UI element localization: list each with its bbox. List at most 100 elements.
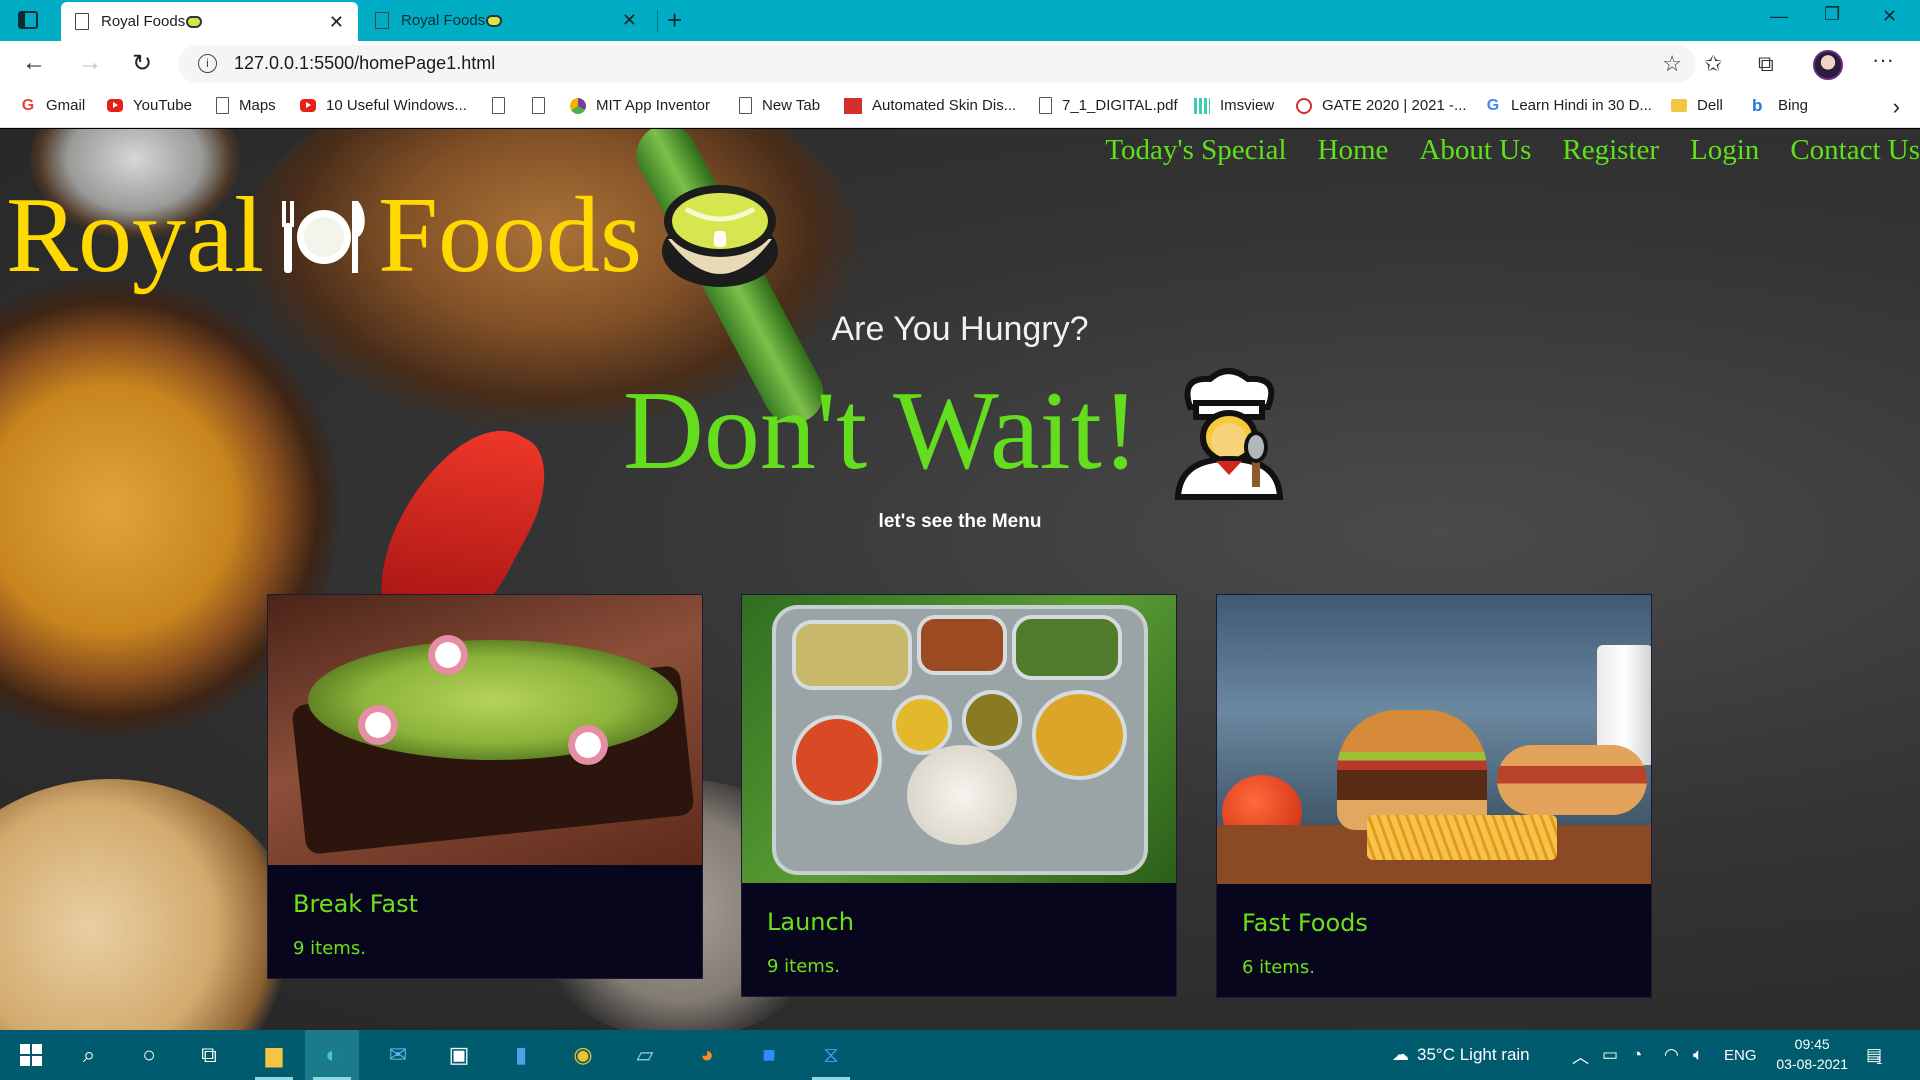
- edge-icon[interactable]: ◐: [305, 1030, 359, 1080]
- new-tab-button[interactable]: +: [667, 5, 682, 36]
- vscode-icon[interactable]: ⧖: [804, 1030, 858, 1080]
- bing-icon: b: [1752, 95, 1763, 115]
- profile-avatar[interactable]: [1813, 50, 1843, 80]
- bookmark-new-tab[interactable]: New Tab: [739, 97, 820, 114]
- bookmark-bing[interactable]: b Bing: [1752, 95, 1809, 115]
- breakfast-image: [268, 595, 702, 865]
- favorites-icon[interactable]: ✩: [1704, 51, 1722, 77]
- bookmark-label: MIT App Inventor: [596, 97, 710, 114]
- nav-about-us[interactable]: About Us: [1419, 134, 1531, 167]
- bookmark-label: Imsview: [1220, 97, 1275, 114]
- clock-date: 03-08-2021: [1776, 1056, 1848, 1072]
- volume-icon[interactable]: 🔈︎: [1693, 1030, 1703, 1080]
- card-item-count: 9 items.: [767, 956, 840, 977]
- restore-button[interactable]: ❐: [1824, 4, 1840, 25]
- nav-home[interactable]: Home: [1318, 134, 1389, 167]
- bookmark-label: 10 Useful Windows...: [326, 97, 467, 114]
- nav-register[interactable]: Register: [1562, 134, 1659, 167]
- gate-icon: [1296, 97, 1312, 114]
- language-indicator[interactable]: ENG: [1724, 1030, 1757, 1080]
- bookmark-label: Gmail: [46, 97, 86, 114]
- wifi-icon[interactable]: ◠: [1664, 1030, 1679, 1080]
- bookmark-label: Dell: [1697, 97, 1723, 114]
- weather-widget[interactable]: ☁ 35°C Light rain: [1392, 1030, 1530, 1080]
- back-button[interactable]: ←: [22, 49, 46, 77]
- bookmark-gmail[interactable]: G Gmail: [20, 97, 85, 114]
- bookmark-blank-2[interactable]: [532, 97, 555, 114]
- bookmark-maps[interactable]: Maps: [216, 97, 276, 114]
- bookmark-label: Learn Hindi in 30 D...: [1511, 97, 1652, 114]
- nav-todays-special[interactable]: Today's Special: [1105, 134, 1286, 167]
- bookmarks-bar: G Gmail YouTube Maps 10 Useful Windows...…: [0, 88, 1920, 128]
- bookmark-pdf[interactable]: 7_1_DIGITAL.pdf: [1039, 97, 1178, 114]
- collections-icon[interactable]: ⧉: [1758, 51, 1774, 77]
- store-icon[interactable]: ▣: [432, 1030, 486, 1080]
- tab-royal-foods[interactable]: Royal Foods ✕: [361, 0, 651, 41]
- notes-icon[interactable]: ▱: [618, 1030, 672, 1080]
- phone-link-icon[interactable]: ▮: [494, 1030, 548, 1080]
- dont-wait-heading: Don't Wait!: [623, 369, 1140, 493]
- card-item-count: 6 items.: [1242, 957, 1315, 978]
- bookmark-skin[interactable]: Automated Skin Dis...: [844, 97, 1016, 114]
- address-bar[interactable]: i 127.0.0.1:5500/homePage1.html ☆: [178, 45, 1696, 83]
- bookmark-imsview[interactable]: Imsview: [1194, 97, 1274, 114]
- more-menu-icon[interactable]: ···: [1872, 47, 1894, 73]
- folder-icon: [1671, 99, 1687, 112]
- tab-royal-foods-active[interactable]: Royal Foods ✕: [61, 2, 358, 41]
- firefox-icon[interactable]: ◕: [680, 1030, 734, 1080]
- bookmark-blank-1[interactable]: [492, 97, 515, 114]
- bookmark-label: Bing: [1778, 97, 1809, 114]
- start-button[interactable]: [4, 1030, 58, 1080]
- tab-title: Royal Foods: [401, 12, 486, 29]
- search-icon[interactable]: ⌕: [62, 1030, 116, 1080]
- forward-button[interactable]: →: [78, 49, 102, 77]
- bookmark-dell[interactable]: Dell: [1671, 97, 1723, 114]
- site-info-icon[interactable]: i: [198, 54, 217, 73]
- bookmark-windows-video[interactable]: 10 Useful Windows...: [300, 97, 467, 114]
- card-title: Break Fast: [293, 890, 419, 918]
- battery-icon[interactable]: ▭: [1602, 1030, 1618, 1080]
- add-favorite-icon[interactable]: ☆: [1662, 51, 1682, 77]
- menu-card-breakfast[interactable]: Break Fast 9 items.: [267, 594, 703, 979]
- bookmark-youtube[interactable]: YouTube: [107, 97, 192, 114]
- bookmark-label: Automated Skin Dis...: [872, 97, 1017, 114]
- refresh-button[interactable]: ↻: [132, 49, 152, 78]
- more-bookmarks-icon[interactable]: ›: [1893, 94, 1900, 120]
- close-tab-icon[interactable]: ✕: [622, 10, 637, 31]
- menu-card-launch[interactable]: Launch 9 items.: [741, 594, 1177, 997]
- page-icon: [739, 97, 752, 114]
- close-tab-icon[interactable]: ✕: [329, 12, 344, 33]
- page-icon: [375, 12, 389, 29]
- url-text[interactable]: 127.0.0.1:5500/homePage1.html: [234, 53, 495, 74]
- nav-contact-us[interactable]: Contact Us: [1790, 134, 1920, 167]
- bookmark-gate[interactable]: GATE 2020 | 2021 -...: [1296, 97, 1467, 114]
- network-icon[interactable]: ◔: [1632, 1030, 1642, 1080]
- system-clock[interactable]: 09:45 03-08-2021: [1776, 1034, 1848, 1074]
- fork-plate-knife-icon: [281, 200, 365, 273]
- chrome-icon[interactable]: ◉: [556, 1030, 610, 1080]
- notification-center[interactable]: ▤ 1: [1866, 1030, 1882, 1080]
- nav-login[interactable]: Login: [1690, 134, 1759, 167]
- mail-icon[interactable]: ✉: [371, 1030, 425, 1080]
- menu-card-fast-foods[interactable]: Fast Foods 6 items.: [1216, 594, 1652, 998]
- bookmark-label: 7_1_DIGITAL.pdf: [1062, 97, 1178, 114]
- bookmark-mit[interactable]: MIT App Inventor: [570, 97, 710, 114]
- gmail-icon: G: [21, 96, 35, 114]
- show-hidden-icons[interactable]: ︿: [1572, 1030, 1589, 1080]
- page-viewport: Today's Special Home About Us Register L…: [0, 129, 1920, 1030]
- minimize-button[interactable]: —: [1770, 6, 1788, 27]
- page-icon: [216, 97, 229, 114]
- page-icon: [532, 97, 545, 114]
- cloud-rain-icon: ☁: [1392, 1045, 1409, 1064]
- imsview-icon: [1194, 97, 1210, 114]
- file-explorer-icon[interactable]: ▆: [247, 1030, 301, 1080]
- address-toolbar: ← → ↻ i 127.0.0.1:5500/homePage1.html ☆ …: [0, 41, 1920, 88]
- bowl-emoji-icon: [186, 15, 203, 28]
- close-window-button[interactable]: ✕: [1882, 6, 1897, 27]
- bookmark-label: New Tab: [762, 97, 821, 114]
- task-view-icon[interactable]: ⧉: [182, 1030, 236, 1080]
- zoom-icon[interactable]: ■: [742, 1030, 796, 1080]
- cortana-icon[interactable]: ○: [122, 1030, 176, 1080]
- tab-actions-icon[interactable]: [17, 10, 39, 30]
- bookmark-hindi[interactable]: G Learn Hindi in 30 D...: [1485, 97, 1652, 114]
